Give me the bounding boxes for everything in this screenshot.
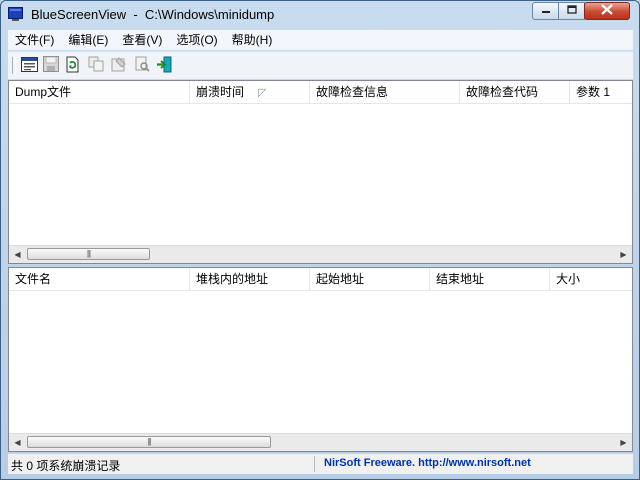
menu-bar: 文件(F) 编辑(E) 查看(V) 选项(O) 帮助(H) — [8, 30, 633, 50]
exit-icon — [156, 56, 173, 76]
menu-help[interactable]: 帮助(H) — [225, 30, 280, 50]
scrollbar-thumb[interactable]: ||| — [27, 248, 150, 260]
minimize-icon — [541, 4, 551, 18]
html-report-button[interactable] — [20, 56, 39, 75]
save-icon — [42, 56, 59, 75]
find-button[interactable] — [132, 56, 151, 75]
maximize-icon — [566, 4, 577, 18]
column-parameter-1-label: 参数 1 — [576, 85, 611, 99]
menu-options[interactable]: 选项(O) — [169, 30, 224, 50]
scrollbar-grip-icon: ||| — [147, 437, 151, 446]
html-report-icon — [21, 56, 38, 75]
column-to-address-label: 结束地址 — [436, 272, 485, 286]
column-address-in-stack[interactable]: 堆栈内的地址 — [190, 268, 310, 290]
driver-list-pane[interactable]: 文件名 堆栈内的地址 起始地址 结束地址 大小 ◀ ||| ▶ — [8, 267, 633, 452]
maximize-button[interactable] — [558, 2, 585, 20]
toolbar — [8, 51, 633, 79]
scrollbar-grip-icon: ||| — [86, 249, 91, 258]
column-parameter-1[interactable]: 参数 1 — [570, 81, 632, 103]
column-filename[interactable]: 文件名 — [9, 268, 190, 290]
crash-list-pane[interactable]: Dump文件 崩溃时间 ◸ 故障检查信息 故障检查代码 参数 1 ◀ ||| ▶ — [8, 80, 633, 264]
column-bugcheck-code[interactable]: 故障检查代码 — [460, 81, 570, 103]
column-size-label: 大小 — [556, 272, 581, 286]
column-from-address[interactable]: 起始地址 — [310, 268, 430, 290]
close-icon — [601, 4, 613, 18]
nirsoft-link[interactable]: NirSoft Freeware. http://www.nirsoft.net — [324, 457, 531, 469]
sort-ascending-icon: ◸ — [258, 87, 267, 99]
column-crash-time-label: 崩溃时间 — [196, 85, 245, 99]
scroll-left-icon[interactable]: ◀ — [9, 246, 26, 263]
menu-view[interactable]: 查看(V) — [115, 30, 169, 50]
properties-button[interactable] — [109, 56, 128, 75]
scroll-right-icon[interactable]: ▶ — [615, 246, 632, 263]
bluescreen-app-icon[interactable] — [8, 7, 23, 21]
close-button[interactable] — [584, 2, 630, 20]
column-size[interactable]: 大小 — [550, 268, 632, 290]
menu-edit[interactable]: 编辑(E) — [61, 30, 115, 50]
exit-button[interactable] — [155, 56, 174, 75]
column-from-address-label: 起始地址 — [316, 272, 365, 286]
status-bar: 共 0 项系统崩溃记录 NirSoft Freeware. http://www… — [8, 453, 633, 474]
find-icon — [134, 56, 150, 75]
copy-icon — [88, 56, 104, 75]
column-bugcheck-string-label: 故障检查信息 — [316, 85, 389, 99]
copy-button[interactable] — [86, 56, 105, 75]
window-title: BlueScreenView - C:\Windows\minidump — [31, 7, 275, 22]
scroll-left-icon[interactable]: ◀ — [9, 434, 26, 451]
column-to-address[interactable]: 结束地址 — [430, 268, 550, 290]
driver-list-header: 文件名 堆栈内的地址 起始地址 结束地址 大小 — [9, 268, 632, 291]
scrollbar-thumb[interactable]: ||| — [27, 436, 271, 448]
status-divider — [314, 456, 315, 472]
menu-file[interactable]: 文件(F) — [8, 30, 61, 50]
scroll-right-icon[interactable]: ▶ — [615, 434, 632, 451]
app-window: BlueScreenView - C:\Windows\minidump 文件(… — [0, 0, 640, 480]
title-bar[interactable]: BlueScreenView - C:\Windows\minidump — [1, 1, 639, 29]
refresh-icon — [65, 56, 80, 76]
column-address-in-stack-label: 堆栈内的地址 — [196, 272, 269, 286]
refresh-button[interactable] — [63, 56, 82, 75]
item-count-status: 共 0 项系统崩溃记录 — [11, 459, 121, 473]
driver-list-horizontal-scrollbar[interactable]: ◀ ||| ▶ — [9, 433, 632, 451]
save-button[interactable] — [41, 56, 60, 75]
column-bugcheck-string[interactable]: 故障检查信息 — [310, 81, 460, 103]
column-dump-file[interactable]: Dump文件 — [9, 81, 190, 103]
column-crash-time[interactable]: 崩溃时间 ◸ — [190, 81, 310, 103]
crash-list-horizontal-scrollbar[interactable]: ◀ ||| ▶ — [9, 245, 632, 263]
minimize-button[interactable] — [532, 2, 559, 20]
crash-list-header: Dump文件 崩溃时间 ◸ 故障检查信息 故障检查代码 参数 1 — [9, 81, 632, 104]
toolbar-grip — [12, 57, 16, 74]
properties-icon — [111, 56, 127, 75]
column-dump-file-label: Dump文件 — [15, 85, 72, 99]
column-filename-label: 文件名 — [15, 272, 52, 286]
column-bugcheck-code-label: 故障检查代码 — [466, 85, 539, 99]
